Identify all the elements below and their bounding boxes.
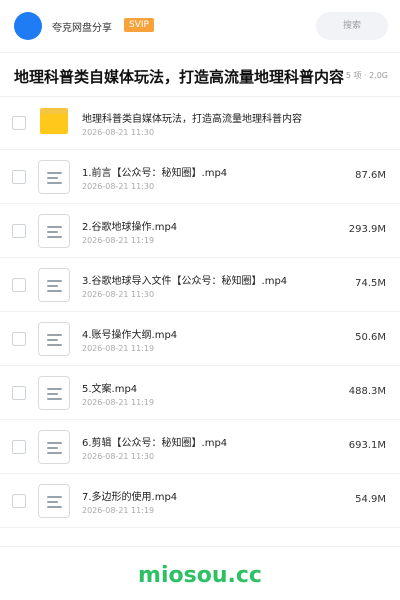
folder-title-row: 地理科普类自媒体玩法，打造高流量地理科普内容 5 项 · 2.0G xyxy=(0,58,400,94)
video-file-icon xyxy=(38,214,70,248)
item-date: 2026-08-21 11:30 xyxy=(82,452,155,461)
list-item[interactable]: 2.谷歌地球操作.mp4 2026-08-21 11:19 293.9M xyxy=(0,204,400,258)
item-size: 87.6M xyxy=(355,170,386,181)
avatar[interactable] xyxy=(14,12,42,40)
item-size: 54.9M xyxy=(355,494,386,505)
page-title: 地理科普类自媒体玩法，打造高流量地理科普内容 xyxy=(14,68,344,86)
search-input[interactable] xyxy=(316,12,388,40)
item-size: 74.5M xyxy=(355,278,386,289)
list-item[interactable]: 地理科普类自媒体玩法，打造高流量地理科普内容 2026-08-21 11:30 xyxy=(0,96,400,150)
list-item[interactable]: 3.谷歌地球导入文件【公众号：秘知圈】.mp4 2026-08-21 11:30… xyxy=(0,258,400,312)
item-date: 2026-08-21 11:19 xyxy=(82,344,155,353)
checkbox-icon[interactable] xyxy=(12,494,26,508)
item-name: 地理科普类自媒体玩法，打造高流量地理科普内容 xyxy=(82,114,302,125)
list-item[interactable]: 1.前言【公众号：秘知圈】.mp4 2026-08-21 11:30 87.6M xyxy=(0,150,400,204)
checkbox-icon[interactable] xyxy=(12,386,26,400)
item-date: 2026-08-21 11:30 xyxy=(82,182,155,191)
share-header: 夸克网盘分享 SVIP xyxy=(0,0,400,52)
checkbox-icon[interactable] xyxy=(12,332,26,346)
item-date: 2026-08-21 11:19 xyxy=(82,236,155,245)
item-name: 2.谷歌地球操作.mp4 xyxy=(82,222,178,233)
item-name: 1.前言【公众号：秘知圈】.mp4 xyxy=(82,168,228,179)
video-file-icon xyxy=(38,160,70,194)
item-date: 2026-08-21 11:30 xyxy=(82,128,155,137)
checkbox-icon[interactable] xyxy=(12,116,26,130)
item-name: 4.账号操作大纲.mp4 xyxy=(82,330,178,341)
checkbox-icon[interactable] xyxy=(12,224,26,238)
footer-divider xyxy=(0,546,400,547)
item-name: 7.多边形的使用.mp4 xyxy=(82,492,178,503)
list-item[interactable]: 6.剪辑【公众号：秘知圈】.mp4 2026-08-21 11:30 693.1… xyxy=(0,420,400,474)
video-file-icon xyxy=(38,430,70,464)
item-size: 488.3M xyxy=(348,386,386,397)
item-size: 693.1M xyxy=(348,440,386,451)
header-divider xyxy=(0,52,400,53)
item-date: 2026-08-21 11:19 xyxy=(82,506,155,515)
checkbox-icon[interactable] xyxy=(12,278,26,292)
video-file-icon xyxy=(38,322,70,356)
list-item[interactable]: 4.账号操作大纲.mp4 2026-08-21 11:19 50.6M xyxy=(0,312,400,366)
item-date: 2026-08-21 11:19 xyxy=(82,398,155,407)
video-file-icon xyxy=(38,268,70,302)
list-item[interactable]: 7.多边形的使用.mp4 2026-08-21 11:19 54.9M xyxy=(0,474,400,528)
checkbox-icon[interactable] xyxy=(12,440,26,454)
video-file-icon xyxy=(38,376,70,410)
video-file-icon xyxy=(38,484,70,518)
item-size: 293.9M xyxy=(348,224,386,235)
checkbox-icon[interactable] xyxy=(12,170,26,184)
item-date: 2026-08-21 11:30 xyxy=(82,290,155,299)
vip-badge: SVIP xyxy=(124,18,154,32)
item-name: 3.谷歌地球导入文件【公众号：秘知圈】.mp4 xyxy=(82,276,288,287)
folder-icon xyxy=(40,108,68,134)
item-name: 6.剪辑【公众号：秘知圈】.mp4 xyxy=(82,438,228,449)
watermark: miosou.cc xyxy=(138,563,262,588)
share-name: 夸克网盘分享 xyxy=(52,23,112,34)
item-name: 5.文案.mp4 xyxy=(82,384,138,395)
list-item[interactable]: 5.文案.mp4 2026-08-21 11:19 488.3M xyxy=(0,366,400,420)
item-size: 50.6M xyxy=(355,332,386,343)
folder-meta: 5 项 · 2.0G xyxy=(345,71,388,80)
